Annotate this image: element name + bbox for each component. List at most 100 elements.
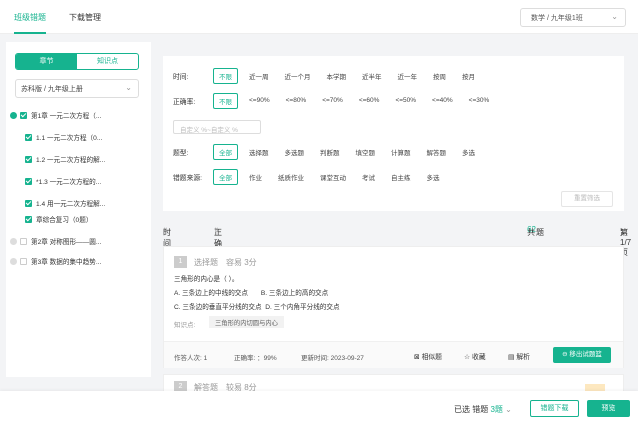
selected-prefix: 已选 错题 xyxy=(454,405,489,414)
filter-option[interactable]: <=40% xyxy=(427,95,458,106)
tree-chapter-review[interactable]: 章综合复习（0题） xyxy=(25,214,92,224)
filter-option[interactable]: 近半年 xyxy=(357,69,387,83)
filter-option[interactable]: 课堂互动 xyxy=(315,170,351,184)
filter-option[interactable]: 计算题 xyxy=(386,145,416,159)
analysis-button[interactable]: ▤ 解析 xyxy=(508,351,530,361)
question-footer: 作答人次: 1 正确率: ：99% 更新时间: 2023-09-27 ⊠ 相似题… xyxy=(164,341,623,368)
next-page-icon[interactable]: 〉 xyxy=(620,227,628,238)
filter-option[interactable]: 近一年 xyxy=(393,69,423,83)
expand-toggle-icon[interactable] xyxy=(10,111,17,119)
top-bar: 班级错题 下载管理 数学 / 九年级1班 ⌄ xyxy=(0,0,638,34)
question-stem: 三角形的内心是（ ）。 xyxy=(174,276,239,283)
filter-option[interactable]: 多选题 xyxy=(280,145,310,159)
download-mistakes-button[interactable]: 错题下载 xyxy=(530,400,579,417)
favorite-label: 收藏 xyxy=(471,354,486,361)
checkbox[interactable] xyxy=(25,133,32,141)
filter-option[interactable]: <=60% xyxy=(354,95,385,106)
tab-download-management[interactable]: 下载管理 xyxy=(69,12,101,23)
segment-knowledge-point[interactable]: 知识点 xyxy=(77,54,138,69)
filter-option[interactable]: 解答题 xyxy=(422,145,452,159)
custom-accuracy-input[interactable]: 自定义 %~自定义 % xyxy=(173,120,261,134)
tree-label: *1.3 一元二次方程的... xyxy=(36,179,102,186)
sort-arrows-icon: ⇅ xyxy=(214,228,220,234)
tree-label: 章综合复习（0题） xyxy=(36,217,93,224)
question-header: 1 选择题 容易 3分 xyxy=(174,256,257,268)
filter-row-time: 时间: 不限 近一周 近一个月 本学期 近半年 近一年 按周 按月 xyxy=(173,67,486,84)
expand-toggle-icon[interactable] xyxy=(10,257,17,265)
expand-toggle-icon[interactable] xyxy=(10,237,17,245)
filter-option[interactable]: <=50% xyxy=(390,95,421,106)
chapter-sidebar: 章节 知识点 苏科版 / 九年级上册 ⌄ 第1章 一元二次方程（... 1.1 … xyxy=(6,42,151,377)
filter-option[interactable]: 不限 xyxy=(213,67,238,84)
filter-option[interactable]: 作业 xyxy=(244,170,267,184)
knowledge-point-tag[interactable]: 三角形的内切圆与内心 xyxy=(209,316,284,328)
subject-class-value: 数学 / 九年级1班 xyxy=(531,15,583,22)
tree-section-1-1[interactable]: 1.1 一元二次方程（0... xyxy=(25,132,102,142)
filter-option[interactable]: 按月 xyxy=(457,69,480,83)
total-prefix: 共 xyxy=(527,228,536,237)
filter-option[interactable]: 本学期 xyxy=(322,69,352,83)
filter-option[interactable]: 不限 xyxy=(213,92,238,109)
filter-option[interactable]: 纸质作业 xyxy=(273,170,309,184)
accuracy-rate: 正确率: ：99% xyxy=(234,355,277,362)
filter-label: 错题来源: xyxy=(173,174,203,182)
reset-filter-button[interactable]: 重置筛选 xyxy=(561,191,613,207)
answer-count: 作答人次: 1 xyxy=(174,355,208,362)
filter-option[interactable]: 全部 xyxy=(213,168,238,185)
filter-option[interactable]: 近一个月 xyxy=(280,69,316,83)
favorite-button[interactable]: ☆ 收藏 xyxy=(464,351,486,361)
filter-option[interactable]: 多选 xyxy=(422,170,445,184)
chevron-down-icon: ⌄ xyxy=(125,83,132,92)
tree-label: 1.2 一元二次方程的解... xyxy=(36,157,106,164)
filter-option[interactable]: 自主练 xyxy=(386,170,416,184)
filter-option[interactable]: 填空题 xyxy=(351,145,381,159)
tree-chapter-3[interactable]: 第3章 数据的集中趋势... xyxy=(10,256,101,266)
total-suffix: 题 xyxy=(536,228,544,237)
similar-question-button[interactable]: ⊠ 相似题 xyxy=(414,351,442,361)
remove-label: 移出试题篮 xyxy=(569,351,602,358)
preview-button[interactable]: 预览 xyxy=(587,400,630,417)
update-time: 更新时间: 2023-09-27 xyxy=(301,355,364,362)
tree-chapter-2[interactable]: 第2章 对称图形——圆... xyxy=(10,236,101,246)
tree-label: 第3章 数据的集中趋势... xyxy=(31,259,102,266)
filter-option[interactable]: <=30% xyxy=(464,95,495,106)
checkbox[interactable] xyxy=(25,215,32,223)
tree-section-1-2[interactable]: 1.2 一元二次方程的解... xyxy=(25,154,105,164)
checkbox[interactable] xyxy=(20,237,27,245)
filter-option[interactable]: 近一周 xyxy=(244,69,274,83)
minus-circle-icon: ⊖ xyxy=(562,351,568,358)
checkbox[interactable] xyxy=(20,257,27,265)
segment-chapter[interactable]: 章节 xyxy=(16,54,77,69)
tree-chapter-1[interactable]: 第1章 一元二次方程（... xyxy=(10,110,101,120)
selected-count[interactable]: 已选 错题 3题 ⌄ xyxy=(454,404,512,415)
filter-option[interactable]: 考试 xyxy=(357,170,380,184)
subject-class-select[interactable]: 数学 / 九年级1班 ⌄ xyxy=(520,8,626,27)
document-icon: ▤ xyxy=(508,354,515,361)
filter-panel: 时间: 不限 近一周 近一个月 本学期 近半年 近一年 按周 按月 正确率: 不… xyxy=(163,56,624,211)
checkbox[interactable] xyxy=(25,155,32,163)
similar-label: 相似题 xyxy=(421,354,442,361)
star-icon: ☆ xyxy=(464,354,471,361)
checkbox[interactable] xyxy=(25,199,32,207)
filter-option[interactable]: <=70% xyxy=(317,95,348,106)
sort-arrows-icon: ⇅ xyxy=(163,228,169,234)
filter-option[interactable]: <=80% xyxy=(281,95,312,106)
tree-label: 1.1 一元二次方程（0... xyxy=(36,135,103,142)
filter-option[interactable]: 选择题 xyxy=(244,145,274,159)
checkbox[interactable] xyxy=(25,177,32,185)
question-options-ab: A. 三条边上的中线的交点 B. 三条边上的高的交点 xyxy=(174,290,329,297)
filter-option[interactable]: 多选 xyxy=(457,145,480,159)
question-number: 1 xyxy=(174,256,187,268)
filter-option[interactable]: <=90% xyxy=(244,95,275,106)
filter-row-type: 题型: 全部 选择题 多选题 判断题 填空题 计算题 解答题 多选 xyxy=(173,143,486,160)
checkbox[interactable] xyxy=(20,111,27,119)
filter-label: 题型: xyxy=(173,149,189,157)
remove-from-basket-button[interactable]: ⊖ 移出试题篮 xyxy=(553,347,611,363)
filter-option[interactable]: 全部 xyxy=(213,143,238,160)
tree-section-1-3[interactable]: *1.3 一元二次方程的... xyxy=(25,176,101,186)
filter-option[interactable]: 按周 xyxy=(428,69,451,83)
textbook-select[interactable]: 苏科版 / 九年级上册 ⌄ xyxy=(15,79,139,98)
filter-option[interactable]: 判断题 xyxy=(315,145,345,159)
tree-section-1-4[interactable]: 1.4 用一元二次方程解... xyxy=(25,198,105,208)
tab-class-mistakes[interactable]: 班级错题 xyxy=(14,12,46,34)
